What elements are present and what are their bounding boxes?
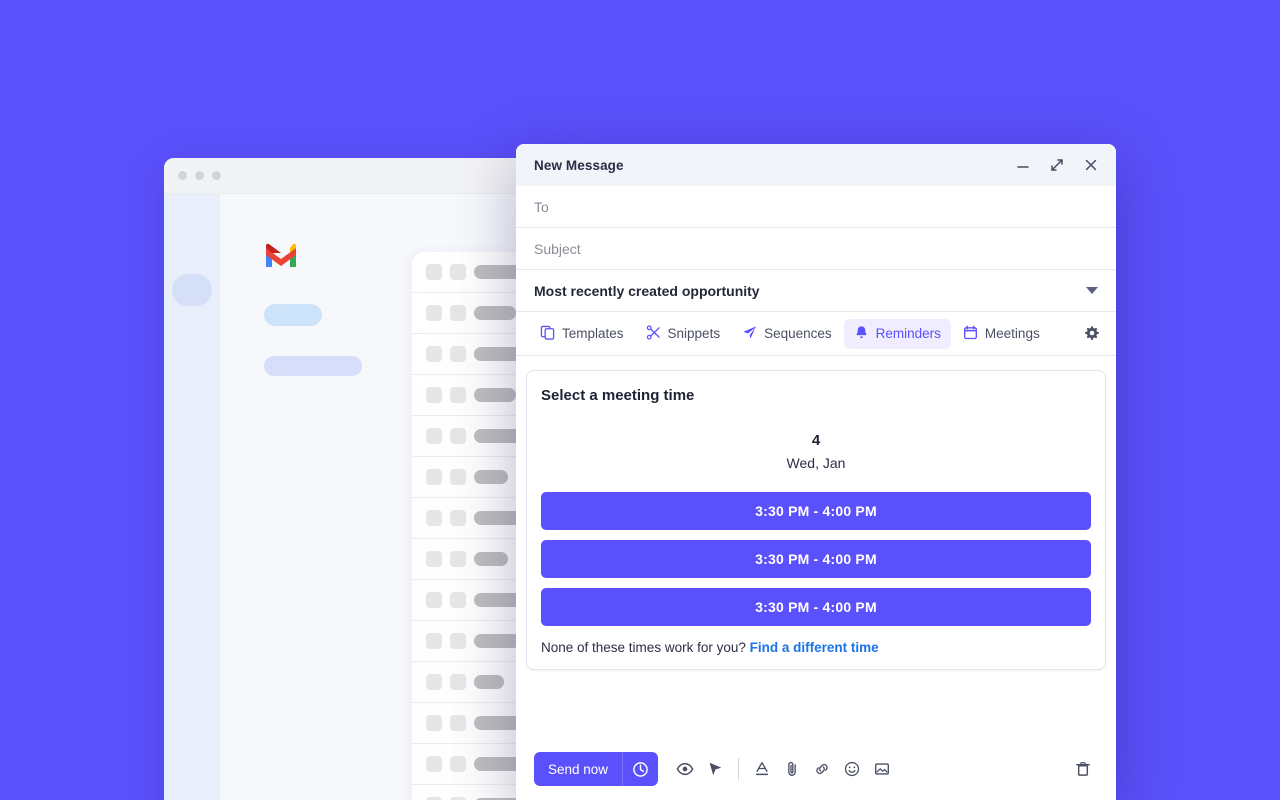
- email-checkbox-placeholder: [426, 592, 442, 608]
- to-field-row[interactable]: To: [516, 186, 1116, 228]
- eye-icon[interactable]: [670, 754, 700, 784]
- templates-icon: [540, 325, 555, 343]
- action-divider: [738, 758, 740, 780]
- email-star-placeholder: [450, 469, 466, 485]
- meeting-card-footer: None of these times work for you? Find a…: [541, 640, 1091, 655]
- minimize-icon[interactable]: [1012, 154, 1034, 176]
- toolbar-item-reminders[interactable]: Reminders: [843, 318, 951, 349]
- bell-icon: [854, 325, 869, 343]
- window-dot-close: [178, 171, 187, 180]
- template-selector-row[interactable]: Most recently created opportunity: [516, 270, 1116, 312]
- calendar-icon: [963, 325, 978, 343]
- email-checkbox-placeholder: [426, 674, 442, 690]
- toolbar-item-meetings[interactable]: Meetings: [953, 319, 1050, 349]
- email-star-placeholder: [450, 264, 466, 280]
- meeting-time-card: Select a meeting time 4 Wed, Jan 3:30 PM…: [526, 370, 1106, 671]
- email-star-placeholder: [450, 387, 466, 403]
- email-subject-placeholder: [474, 634, 520, 648]
- text-format-icon[interactable]: [747, 754, 777, 784]
- email-checkbox-placeholder: [426, 756, 442, 772]
- toolbar-item-snippets[interactable]: Snippets: [636, 319, 731, 349]
- nav-item-placeholder: [264, 356, 362, 376]
- compose-title: New Message: [534, 157, 624, 173]
- link-icon[interactable]: [807, 754, 837, 784]
- compose-header: New Message: [516, 144, 1116, 186]
- email-star-placeholder: [450, 551, 466, 567]
- clock-icon[interactable]: [622, 752, 658, 786]
- to-field-label: To: [534, 198, 549, 215]
- toolbar-label-sequences: Sequences: [764, 326, 832, 341]
- email-checkbox-placeholder: [426, 387, 442, 403]
- email-star-placeholder: [450, 674, 466, 690]
- trash-icon[interactable]: [1068, 754, 1098, 784]
- emoji-icon[interactable]: [837, 754, 867, 784]
- email-checkbox-placeholder: [426, 428, 442, 444]
- footer-text: None of these times work for you?: [541, 640, 746, 656]
- window-dot-minimize: [195, 171, 204, 180]
- email-star-placeholder: [450, 633, 466, 649]
- find-different-time-link[interactable]: Find a different time: [750, 640, 879, 655]
- toolbar-label-meetings: Meetings: [984, 326, 1040, 341]
- email-star-placeholder: [450, 756, 466, 772]
- gear-icon[interactable]: [1077, 319, 1106, 348]
- email-star-placeholder: [450, 428, 466, 444]
- meeting-card-heading: Select a meeting time: [541, 387, 695, 404]
- scissors-icon: [646, 324, 661, 343]
- email-star-placeholder: [450, 305, 466, 321]
- toolbar-label-reminders: Reminders: [875, 326, 941, 341]
- meeting-slot-button[interactable]: 3:30 PM - 4:00 PM: [541, 588, 1091, 627]
- close-icon[interactable]: [1080, 154, 1102, 176]
- email-subject-placeholder: [474, 388, 516, 402]
- meeting-slot-button[interactable]: 3:30 PM - 4:00 PM: [541, 540, 1091, 579]
- toolbar-item-templates[interactable]: Templates: [530, 319, 634, 349]
- meeting-slot-list: 3:30 PM - 4:00 PM 3:30 PM - 4:00 PM 3:30 P…: [541, 492, 1091, 627]
- cursor-pointer-icon[interactable]: [700, 754, 730, 784]
- email-subject-placeholder: [474, 306, 516, 320]
- email-checkbox-placeholder: [426, 510, 442, 526]
- meeting-day-number: 4: [811, 432, 821, 449]
- email-subject-placeholder: [474, 675, 504, 689]
- toolbar-label-snippets: Snippets: [667, 326, 721, 341]
- email-checkbox-placeholder: [426, 469, 442, 485]
- email-star-placeholder: [450, 592, 466, 608]
- email-star-placeholder: [450, 346, 466, 362]
- compose-window: New Message To Subject Most recently cre…: [516, 144, 1116, 800]
- compose-action-bar: Send now: [516, 738, 1116, 800]
- subject-field-row[interactable]: Subject: [516, 228, 1116, 270]
- email-checkbox-placeholder: [426, 633, 442, 649]
- email-checkbox-placeholder: [426, 715, 442, 731]
- email-checkbox-placeholder: [426, 305, 442, 321]
- gmail-left-rail: [164, 194, 220, 800]
- email-checkbox-placeholder: [426, 551, 442, 567]
- email-checkbox-placeholder: [426, 346, 442, 362]
- compose-toolbar: Templates Snippets Sequences Reminders M…: [516, 312, 1116, 356]
- subject-field-label: Subject: [534, 240, 581, 257]
- email-checkbox-placeholder: [426, 264, 442, 280]
- send-button-group: Send now: [534, 752, 659, 786]
- email-star-placeholder: [450, 510, 466, 526]
- send-now-button[interactable]: Send now: [534, 752, 622, 786]
- image-icon[interactable]: [867, 754, 897, 784]
- meeting-date-block: 4 Wed, Jan: [541, 430, 1091, 474]
- compose-button-placeholder: [264, 304, 322, 326]
- window-controls: [1012, 154, 1102, 176]
- template-selector-value: Most recently created opportunity: [534, 282, 760, 299]
- meeting-day-of-week: Wed, Jan: [786, 454, 846, 471]
- attachment-icon[interactable]: [777, 754, 807, 784]
- toolbar-label-templates: Templates: [562, 326, 624, 341]
- window-dot-maximize: [212, 171, 221, 180]
- gmail-m-logo: [264, 242, 298, 268]
- email-subject-placeholder: [474, 552, 508, 566]
- paper-plane-icon: [742, 325, 757, 343]
- expand-icon[interactable]: [1046, 154, 1068, 176]
- chevron-down-icon[interactable]: [1086, 287, 1098, 294]
- email-star-placeholder: [450, 715, 466, 731]
- meeting-card-wrapper: Select a meeting time 4 Wed, Jan 3:30 PM…: [516, 356, 1116, 738]
- toolbar-item-sequences[interactable]: Sequences: [732, 319, 842, 349]
- meeting-slot-button[interactable]: 3:30 PM - 4:00 PM: [541, 492, 1091, 531]
- email-subject-placeholder: [474, 470, 508, 484]
- rail-placeholder-pill: [172, 274, 212, 306]
